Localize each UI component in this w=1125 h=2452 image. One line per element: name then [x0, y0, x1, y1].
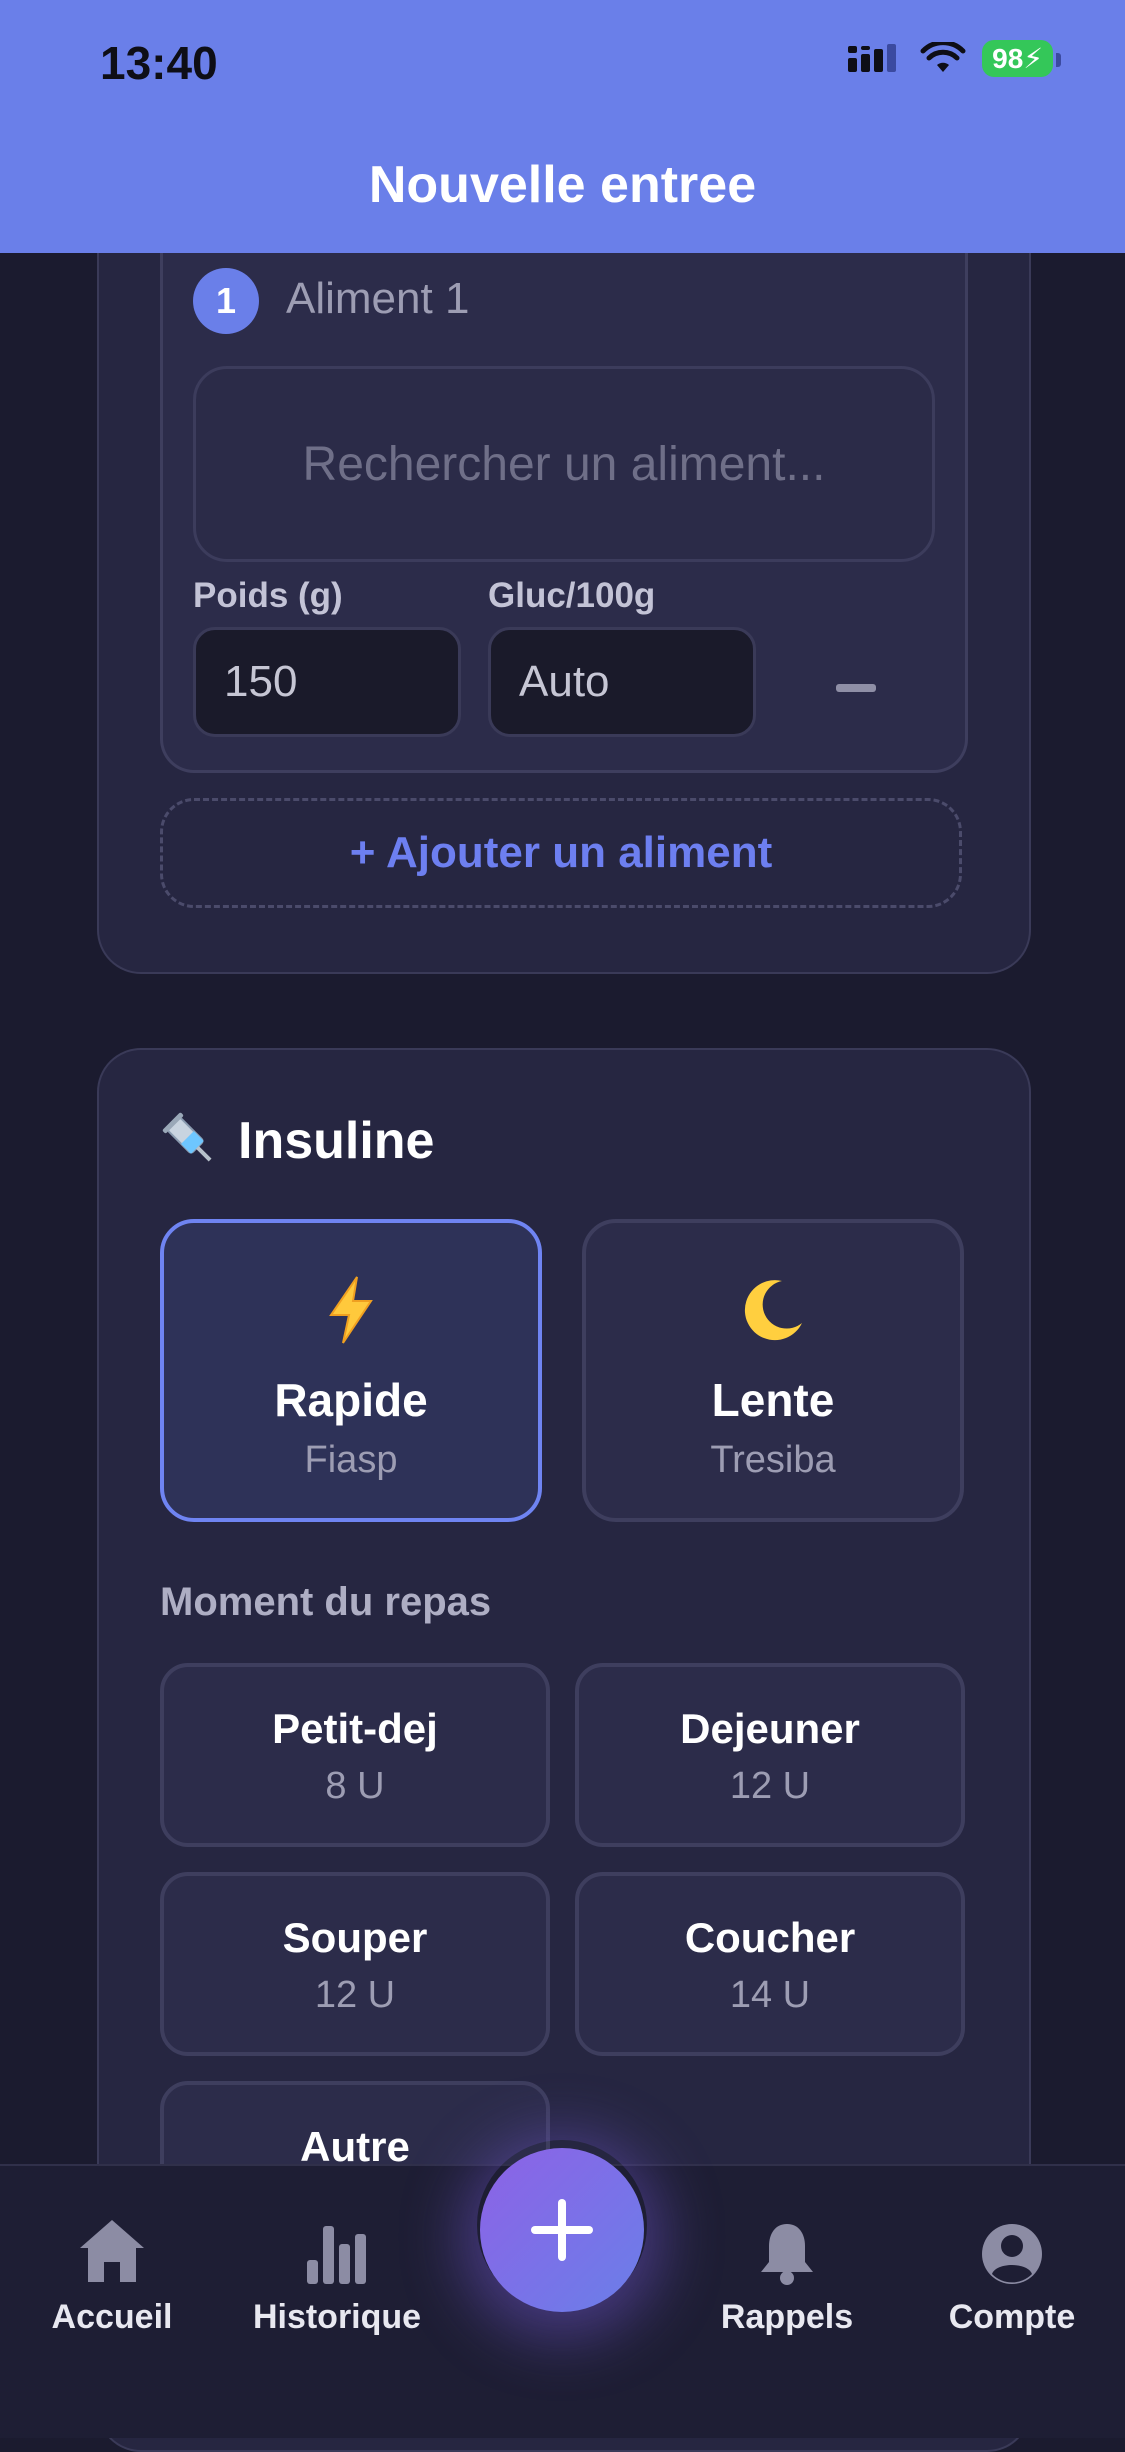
meal-button-coucher[interactable]: Coucher 14 U [575, 1872, 965, 2056]
meal-name: Souper [282, 1914, 428, 1961]
meal-button-souper[interactable]: Souper 12 U [160, 1872, 550, 2056]
status-icons: 98⚡ [848, 40, 1061, 77]
meal-dose: 8 U [325, 1765, 385, 1807]
carbs-input[interactable]: Auto [488, 627, 756, 737]
meal-name: Petit-dej [272, 1705, 438, 1752]
tab-label: Historique [252, 2298, 422, 2336]
meal-dose: 12 U [729, 1765, 811, 1807]
weight-label: Poids (g) [193, 576, 343, 615]
account-icon [982, 2224, 1042, 2284]
moon-icon [744, 1280, 802, 1341]
carbs-label: Gluc/100g [488, 576, 656, 615]
header: 13:40 98⚡ Nouvelle entree [0, 0, 1125, 253]
meal-dose: 12 U [314, 1974, 396, 2016]
chart-icon [307, 2226, 366, 2284]
food-search-input[interactable]: Rechercher un aliment... [193, 366, 935, 562]
battery-indicator: 98⚡ [982, 40, 1061, 77]
meal-name: Coucher [684, 1914, 856, 1961]
battery-level: 98 [992, 43, 1024, 74]
add-food-button[interactable]: + Ajouter un aliment [160, 798, 962, 908]
meal-dose: 14 U [729, 1974, 811, 2016]
meal-moment-label: Moment du repas [160, 1580, 492, 1624]
home-icon [80, 2220, 144, 2282]
meal-button-dejeuner[interactable]: Dejeuner 12 U [575, 1663, 965, 1847]
tab-historique[interactable]: Historique [237, 2206, 437, 2337]
wifi-icon [920, 41, 966, 72]
syringe-icon [162, 1112, 212, 1162]
weight-input[interactable]: 150 [193, 627, 461, 737]
tab-label: Compte [948, 2298, 1076, 2336]
status-time: 13:40 [100, 37, 218, 89]
tab-compte[interactable]: Compte [912, 2206, 1112, 2337]
page-title: Nouvelle entree [368, 156, 757, 214]
lightning-icon [329, 1276, 373, 1344]
meal-button-petit-dej[interactable]: Petit-dej 8 U [160, 1663, 550, 1847]
signal-icon [848, 43, 897, 72]
insulin-type-brand: Fiasp [304, 1439, 398, 1481]
insulin-type-rapide[interactable]: Rapide Fiasp [160, 1219, 542, 1522]
tab-label: Accueil [51, 2298, 173, 2336]
food-item-title: Aliment 1 [286, 274, 470, 323]
tab-label: Rappels [720, 2298, 854, 2336]
insulin-title: Insuline [238, 1112, 435, 1170]
add-entry-button[interactable] [480, 2148, 644, 2312]
remove-food-button[interactable] [836, 684, 876, 692]
food-item-number: 1 [193, 268, 259, 334]
tab-rappels[interactable]: Rappels [687, 2206, 887, 2337]
meal-name: Dejeuner [680, 1705, 860, 1752]
insulin-type-name: Rapide [274, 1374, 428, 1426]
insulin-type-name: Lente [711, 1374, 835, 1426]
charging-icon: ⚡ [1023, 43, 1043, 74]
insulin-type-lente[interactable]: Lente Tresiba [582, 1219, 964, 1522]
insulin-section-title: Insuline [160, 1110, 434, 1172]
insulin-type-brand: Tresiba [710, 1439, 836, 1481]
plus-icon [531, 2199, 593, 2261]
tab-accueil[interactable]: Accueil [12, 2206, 212, 2337]
bell-icon [761, 2224, 813, 2285]
